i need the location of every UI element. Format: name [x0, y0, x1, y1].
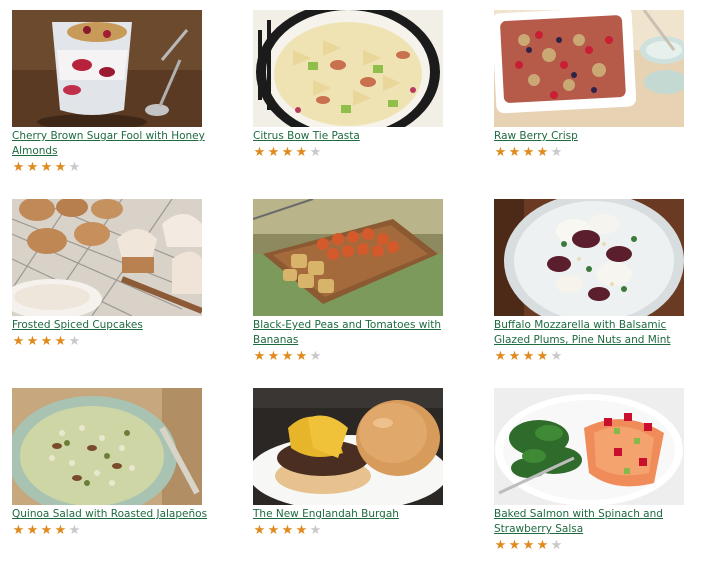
recipe-card: Frosted Spiced Cupcakes ★ ★ ★ ★ ★ — [12, 199, 202, 388]
star-filled-icon: ★ — [522, 538, 535, 553]
recipe-card: Buffalo Mozzarella with Balsamic Glazed … — [494, 199, 684, 388]
star-filled-icon: ★ — [522, 349, 535, 364]
star-filled-icon: ★ — [253, 349, 266, 364]
berry-crisp-dish-image[interactable] — [494, 10, 684, 127]
recipe-grid: Cherry Brown Sugar Fool with Honey Almon… — [12, 10, 702, 577]
recipe-title-link[interactable]: Buffalo Mozzarella with Balsamic Glazed … — [494, 318, 694, 348]
recipe-card: Citrus Bow Tie Pasta ★ ★ ★ ★ ★ — [253, 10, 443, 199]
pasta-bowl-image[interactable] — [253, 10, 443, 127]
star-filled-icon: ★ — [267, 349, 280, 364]
star-empty-icon: ★ — [309, 523, 322, 538]
star-filled-icon: ★ — [494, 145, 507, 160]
salmon-plate-image[interactable] — [494, 388, 684, 505]
quinoa-bowl-image[interactable] — [12, 388, 202, 505]
recipe-card: Baked Salmon with Spinach and Strawberry… — [494, 388, 684, 577]
burger-image[interactable] — [253, 388, 443, 505]
star-rating: ★ ★ ★ ★ ★ — [253, 524, 443, 538]
recipe-title-link[interactable]: Citrus Bow Tie Pasta — [253, 129, 453, 144]
star-filled-icon: ★ — [54, 523, 67, 538]
recipe-title-link[interactable]: Cherry Brown Sugar Fool with Honey Almon… — [12, 129, 212, 159]
star-filled-icon: ★ — [494, 349, 507, 364]
star-filled-icon: ★ — [508, 349, 521, 364]
recipe-card: Cherry Brown Sugar Fool with Honey Almon… — [12, 10, 205, 199]
star-filled-icon: ★ — [253, 523, 266, 538]
star-empty-icon: ★ — [68, 160, 81, 175]
star-filled-icon: ★ — [12, 160, 25, 175]
star-filled-icon: ★ — [508, 538, 521, 553]
star-filled-icon: ★ — [522, 145, 535, 160]
star-filled-icon: ★ — [536, 538, 549, 553]
cupcakes-rack-image[interactable] — [12, 199, 202, 316]
star-rating: ★ ★ ★ ★ ★ — [494, 146, 684, 160]
parfait-glass-image[interactable] — [12, 10, 202, 127]
star-empty-icon: ★ — [68, 523, 81, 538]
star-empty-icon: ★ — [68, 334, 81, 349]
recipe-title-link[interactable]: Raw Berry Crisp — [494, 129, 694, 144]
star-empty-icon: ★ — [309, 145, 322, 160]
star-filled-icon: ★ — [508, 145, 521, 160]
star-filled-icon: ★ — [26, 334, 39, 349]
recipe-title-link[interactable]: The New Englandah Burgah — [253, 507, 453, 522]
star-filled-icon: ★ — [40, 334, 53, 349]
star-filled-icon: ★ — [40, 523, 53, 538]
star-empty-icon: ★ — [550, 145, 563, 160]
recipe-card: Raw Berry Crisp ★ ★ ★ ★ ★ — [494, 10, 684, 199]
star-empty-icon: ★ — [550, 538, 563, 553]
star-filled-icon: ★ — [281, 523, 294, 538]
recipe-title-link[interactable]: Black-Eyed Peas and Tomatoes with Banana… — [253, 318, 453, 348]
recipe-card: Black-Eyed Peas and Tomatoes with Banana… — [253, 199, 443, 388]
star-filled-icon: ★ — [12, 334, 25, 349]
star-rating: ★ ★ ★ ★ ★ — [253, 350, 443, 364]
star-filled-icon: ★ — [295, 349, 308, 364]
peas-platter-image[interactable] — [253, 199, 443, 316]
star-rating: ★ ★ ★ ★ ★ — [494, 539, 684, 553]
star-rating: ★ ★ ★ ★ ★ — [12, 335, 202, 349]
star-filled-icon: ★ — [26, 160, 39, 175]
star-empty-icon: ★ — [550, 349, 563, 364]
star-filled-icon: ★ — [536, 145, 549, 160]
star-filled-icon: ★ — [54, 160, 67, 175]
star-filled-icon: ★ — [267, 523, 280, 538]
star-filled-icon: ★ — [295, 523, 308, 538]
star-filled-icon: ★ — [536, 349, 549, 364]
star-rating: ★ ★ ★ ★ ★ — [253, 146, 443, 160]
star-filled-icon: ★ — [281, 145, 294, 160]
recipe-card: The New Englandah Burgah ★ ★ ★ ★ ★ — [253, 388, 443, 577]
star-filled-icon: ★ — [54, 334, 67, 349]
star-empty-icon: ★ — [309, 349, 322, 364]
star-filled-icon: ★ — [253, 145, 266, 160]
star-filled-icon: ★ — [281, 349, 294, 364]
star-filled-icon: ★ — [267, 145, 280, 160]
star-rating: ★ ★ ★ ★ ★ — [12, 524, 202, 538]
star-rating: ★ ★ ★ ★ ★ — [494, 350, 684, 364]
star-filled-icon: ★ — [12, 523, 25, 538]
star-filled-icon: ★ — [26, 523, 39, 538]
recipe-title-link[interactable]: Frosted Spiced Cupcakes — [12, 318, 212, 333]
star-filled-icon: ★ — [494, 538, 507, 553]
recipe-card: Quinoa Salad with Roasted Jalapeños ★ ★ ★ ★… — [12, 388, 207, 577]
recipe-title-link[interactable]: Baked Salmon with Spinach and Strawberry… — [494, 507, 694, 537]
mozzarella-plate-image[interactable] — [494, 199, 684, 316]
recipe-title-link[interactable]: Quinoa Salad with Roasted Jalapeños — [12, 507, 212, 522]
star-filled-icon: ★ — [40, 160, 53, 175]
star-filled-icon: ★ — [295, 145, 308, 160]
star-rating: ★ ★ ★ ★ ★ — [12, 161, 202, 175]
